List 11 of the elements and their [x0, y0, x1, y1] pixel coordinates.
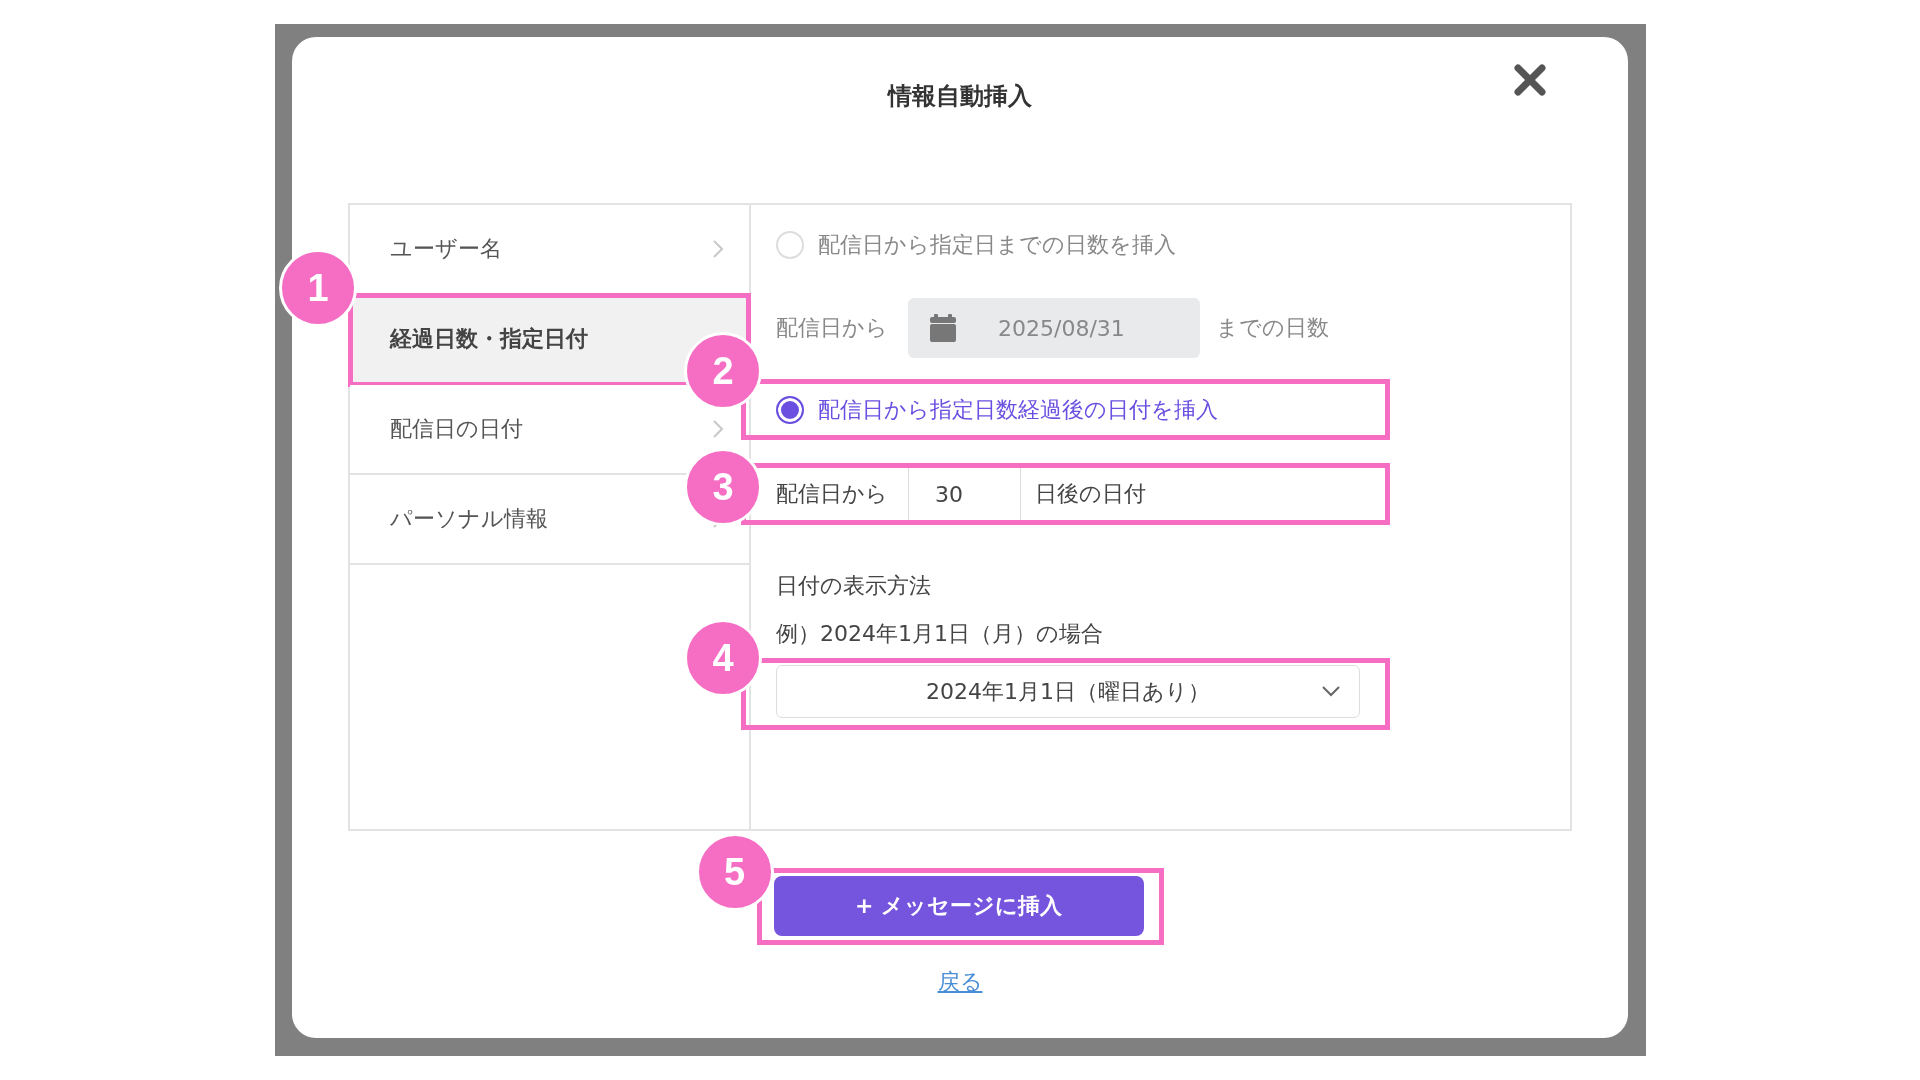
section-heading: 日付の表示方法: [776, 572, 932, 600]
step-number-tooltip: 4: [684, 619, 762, 697]
row-label: 配信日から: [776, 314, 888, 342]
row-label: までの日数: [1216, 314, 1329, 342]
row-label: 日後の日付: [1034, 480, 1146, 508]
radio-label: 配信日から指定日数経過後の日付を挿入: [818, 395, 1218, 424]
step-number-tooltip: 1: [279, 249, 357, 327]
dialog-title: 情報自動挿入: [888, 81, 1032, 111]
radio-label: 配信日から指定日までの日数を挿入: [818, 231, 1176, 259]
row-label: 配信日から: [776, 480, 889, 508]
example-text: 例）2024年1月1日（月）の場合: [776, 620, 1104, 648]
